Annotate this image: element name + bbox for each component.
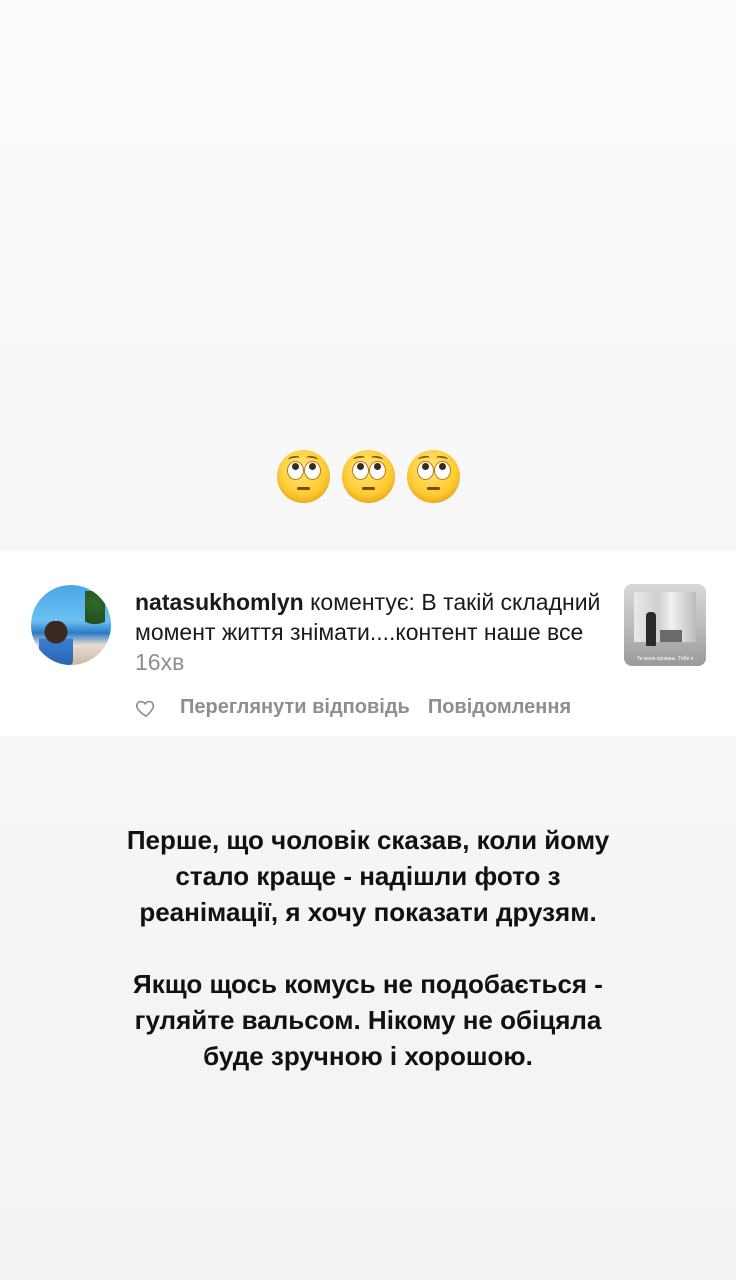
thumbnail-caption: Ти мене прокинь. Тебе я (636, 656, 694, 662)
rolling-eyes-emoji-icon (406, 450, 460, 503)
comment-card[interactable]: natasukhomlyn коментує: В такій складний… (0, 551, 736, 736)
heart-outline-icon[interactable] (135, 697, 157, 719)
story-line: реанімації, я хочу показати друзям. (139, 897, 597, 927)
story-paragraph-2: Якщо щось комусь не подобається - гуляйт… (0, 966, 736, 1074)
emoji-row (0, 450, 736, 503)
story-line: стало краще - надішли фото з (175, 861, 561, 891)
post-thumbnail[interactable]: Ти мене прокинь. Тебе я (624, 584, 706, 666)
comment-actions: Переглянути відповідь Повідомлення (135, 696, 571, 719)
story-text: Перше, що чоловік сказав, коли йому стал… (0, 822, 736, 1074)
rolling-eyes-emoji-icon (276, 450, 330, 503)
story-line: Якщо щось комусь не подобається - (133, 969, 603, 999)
comment-time: 16хв (135, 649, 185, 675)
avatar[interactable] (31, 585, 111, 665)
story-line: Перше, що чоловік сказав, коли йому (126, 825, 610, 855)
story-line: буде зручною і хорошою. (203, 1041, 533, 1071)
view-reply-button[interactable]: Переглянути відповідь (180, 696, 410, 719)
rolling-eyes-emoji-icon (341, 450, 395, 503)
story-line: гуляйте вальсом. Нікому не обіцяла (134, 1005, 602, 1035)
message-button[interactable]: Повідомлення (428, 696, 571, 719)
story-paragraph-1: Перше, що чоловік сказав, коли йому стал… (0, 822, 736, 930)
comment-text: natasukhomlyn коментує: В такій складний… (135, 587, 605, 677)
comment-username[interactable]: natasukhomlyn (135, 589, 304, 615)
comment-action: коментує: (303, 589, 422, 615)
